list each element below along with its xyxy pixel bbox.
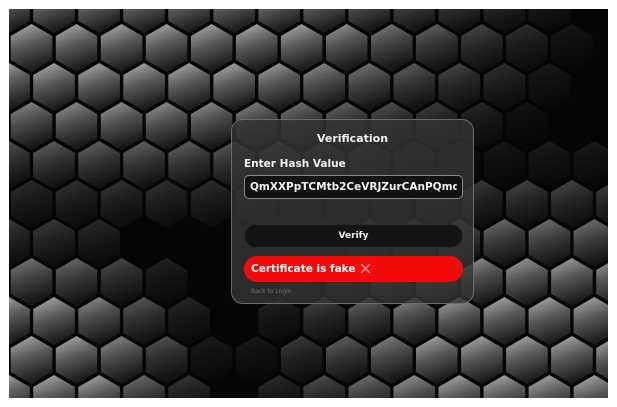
hexagon-tile bbox=[416, 24, 458, 72]
hexagon-tile bbox=[573, 141, 608, 189]
hexagon-tile bbox=[326, 24, 368, 72]
hexagon-tile bbox=[393, 63, 436, 111]
hexagon-tile bbox=[190, 336, 233, 384]
page-background: Verification Enter Hash Value Verify Cer… bbox=[9, 9, 608, 398]
hexagon-tile bbox=[461, 24, 503, 72]
hexagon-tile bbox=[280, 336, 323, 384]
hexagon-tile bbox=[55, 258, 98, 306]
hexagon-tile bbox=[33, 297, 75, 345]
hexagon-tile bbox=[10, 24, 53, 72]
hexagon-tile bbox=[416, 336, 458, 384]
hexagon-tile bbox=[596, 185, 608, 223]
hexagon-tile bbox=[9, 219, 30, 267]
hexagon-tile bbox=[438, 297, 481, 345]
hexagon-tile bbox=[528, 141, 571, 189]
hexagon-tile bbox=[10, 102, 53, 150]
hexagon-tile bbox=[573, 219, 608, 267]
hexagon-tile bbox=[235, 336, 278, 384]
hexagon-tile bbox=[100, 102, 143, 150]
hexagon-tile bbox=[100, 336, 143, 384]
result-text: Certificate is fake bbox=[251, 263, 356, 275]
hexagon-tile bbox=[9, 63, 30, 111]
hexagon-tile bbox=[55, 180, 98, 228]
hexagon-tile bbox=[573, 297, 608, 345]
hexagon-tile bbox=[506, 180, 548, 228]
hexagon-tile bbox=[506, 336, 548, 384]
x-mark-icon bbox=[360, 263, 370, 273]
hexagon-tile bbox=[100, 258, 143, 306]
hash-field-label: Enter Hash Value bbox=[244, 158, 346, 170]
hexagon-tile bbox=[145, 102, 188, 150]
hexagon-tile bbox=[55, 24, 98, 72]
hexagon-tile bbox=[438, 63, 481, 111]
hexagon-tile bbox=[506, 24, 548, 72]
hexagon-tile bbox=[168, 141, 210, 189]
hexagon-tile bbox=[10, 336, 53, 384]
hexagon-tile bbox=[280, 24, 323, 72]
hexagon-tile bbox=[258, 63, 300, 111]
card-title: Verification bbox=[316, 132, 389, 145]
hash-input[interactable] bbox=[244, 175, 463, 199]
hexagon-tile bbox=[145, 180, 188, 228]
hexagon-tile bbox=[190, 102, 233, 150]
hexagon-tile bbox=[551, 180, 593, 228]
hexagon-tile bbox=[506, 102, 548, 150]
hexagon-tile bbox=[168, 63, 210, 111]
back-to-login-link[interactable]: Back to Login bbox=[251, 288, 292, 295]
hexagon-tile bbox=[78, 219, 120, 267]
hexagon-tile bbox=[348, 63, 391, 111]
hexagon-tile bbox=[596, 341, 608, 379]
hexagon-tile bbox=[78, 297, 120, 345]
hexagon-tile bbox=[348, 297, 391, 345]
hexagon-tile bbox=[303, 297, 345, 345]
hexagon-tile bbox=[528, 219, 571, 267]
verify-button[interactable]: Verify bbox=[244, 224, 463, 248]
hexagon-tile bbox=[123, 141, 165, 189]
hexagon-tile bbox=[9, 297, 30, 345]
hexagon-tile bbox=[190, 24, 233, 72]
hexagon-tile bbox=[55, 102, 98, 150]
hexagon-tile bbox=[483, 63, 526, 111]
hexagon-tile bbox=[168, 297, 210, 345]
hexagon-tile bbox=[213, 63, 255, 111]
hexagon-tile bbox=[551, 24, 593, 72]
hexagon-tile bbox=[55, 336, 98, 384]
hexagon-tile bbox=[145, 336, 188, 384]
hexagon-tile bbox=[393, 297, 436, 345]
hexagon-tile bbox=[551, 336, 593, 384]
hexagon-tile bbox=[371, 24, 413, 72]
hexagon-tile bbox=[326, 336, 368, 384]
hexagon-tile bbox=[100, 24, 143, 72]
hexagon-tile bbox=[258, 297, 300, 345]
hexagon-tile bbox=[483, 219, 526, 267]
hexagon-tile bbox=[596, 263, 608, 301]
hexagon-tile bbox=[33, 63, 75, 111]
hexagon-tile bbox=[9, 141, 30, 189]
hexagon-tile bbox=[145, 258, 188, 306]
hexagon-tile bbox=[461, 336, 503, 384]
hexagon-tile bbox=[303, 63, 345, 111]
hexagon-tile bbox=[123, 63, 165, 111]
hexagon-tile bbox=[10, 258, 53, 306]
hexagon-tile bbox=[235, 24, 278, 72]
hexagon-tile bbox=[10, 180, 53, 228]
hexagon-tile bbox=[528, 297, 571, 345]
hexagon-tile bbox=[78, 63, 120, 111]
hexagon-tile bbox=[78, 141, 120, 189]
hexagon-tile bbox=[123, 297, 165, 345]
hexagon-tile bbox=[483, 297, 526, 345]
hexagon-tile bbox=[551, 258, 593, 306]
hexagon-tile bbox=[33, 219, 75, 267]
hexagon-tile bbox=[528, 63, 571, 111]
result-banner: Certificate is fake bbox=[244, 256, 463, 282]
hexagon-tile bbox=[483, 141, 526, 189]
hexagon-tile bbox=[506, 258, 548, 306]
verification-card: Verification Enter Hash Value Verify Cer… bbox=[231, 119, 474, 304]
hexagon-tile bbox=[190, 180, 233, 228]
hexagon-tile bbox=[100, 180, 143, 228]
hexagon-tile bbox=[371, 336, 413, 384]
hexagon-tile bbox=[145, 24, 188, 72]
hexagon-tile bbox=[33, 141, 75, 189]
